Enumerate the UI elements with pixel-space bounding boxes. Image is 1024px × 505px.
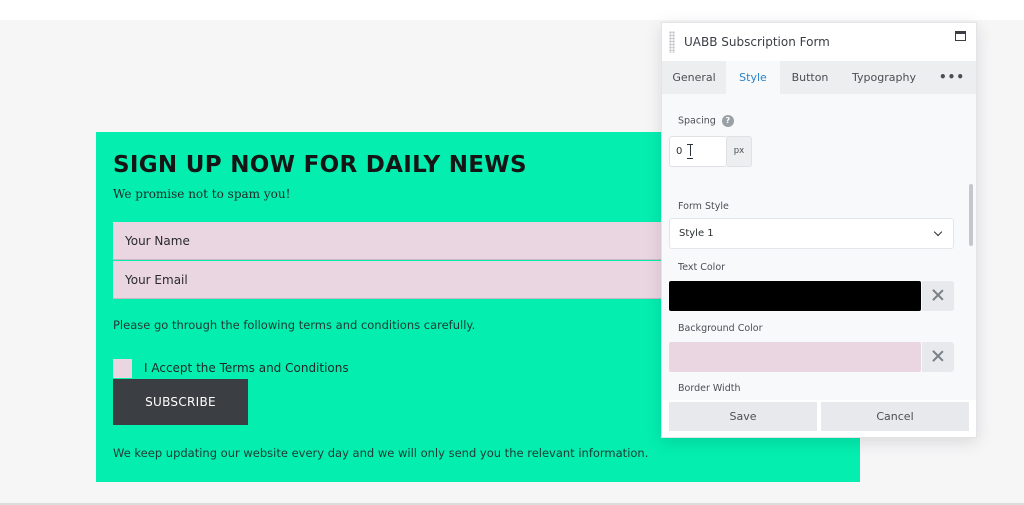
scrollbar[interactable] xyxy=(969,184,973,246)
terms-text: Please go through the following terms an… xyxy=(113,318,476,332)
settings-panel: UABB Subscription Form General Style But… xyxy=(661,22,977,438)
text-color-label: Text Color xyxy=(678,262,726,273)
help-icon[interactable]: ? xyxy=(721,115,734,127)
close-icon xyxy=(932,350,944,362)
spacing-input[interactable]: 0 xyxy=(669,136,727,167)
form-heading: SIGN UP NOW FOR DAILY NEWS xyxy=(113,152,527,178)
name-input[interactable]: Your Name xyxy=(113,222,733,260)
clear-text-color-button[interactable] xyxy=(922,281,954,311)
spacing-unit[interactable]: px xyxy=(727,136,752,167)
close-icon xyxy=(932,289,944,301)
tab-general[interactable]: General xyxy=(662,61,726,94)
subscribe-button[interactable]: SUBSCRIBE xyxy=(113,379,248,425)
form-tagline: We promise not to spam you! xyxy=(113,187,291,201)
accept-terms-label[interactable]: I Accept the Terms and Conditions xyxy=(144,361,349,375)
chevron-down-icon xyxy=(933,227,943,237)
tab-button[interactable]: Button xyxy=(780,61,840,94)
form-style-select[interactable]: Style 1 xyxy=(669,218,954,249)
form-footer-note: We keep updating our website every day a… xyxy=(113,446,649,460)
background-color-label: Background Color xyxy=(678,323,763,334)
maximize-icon[interactable] xyxy=(955,31,966,41)
drag-handle-icon[interactable] xyxy=(669,31,675,53)
text-color-swatch[interactable] xyxy=(669,281,921,311)
more-options-icon[interactable]: ••• xyxy=(930,61,974,94)
spacing-label: Spacing xyxy=(678,115,716,127)
tab-style[interactable]: Style xyxy=(726,61,780,94)
panel-header[interactable]: UABB Subscription Form xyxy=(662,23,976,61)
panel-tabs: General Style Button Typography ••• xyxy=(662,61,976,94)
panel-footer: Save Cancel xyxy=(662,400,976,437)
text-cursor-icon xyxy=(687,144,693,159)
accept-terms-row[interactable]: I Accept the Terms and Conditions xyxy=(113,358,349,378)
tab-typography[interactable]: Typography xyxy=(840,61,928,94)
border-width-label: Border Width xyxy=(678,383,741,394)
panel-title: UABB Subscription Form xyxy=(684,35,830,49)
save-button[interactable]: Save xyxy=(669,402,817,431)
clear-background-color-button[interactable] xyxy=(922,342,954,372)
background-color-swatch[interactable] xyxy=(669,342,921,372)
email-input[interactable]: Your Email xyxy=(113,261,733,299)
panel-body: Spacing? 0 px Form Style Style 1 Text Co… xyxy=(662,94,976,400)
cancel-button[interactable]: Cancel xyxy=(821,402,969,431)
form-style-label: Form Style xyxy=(678,201,729,212)
accept-terms-checkbox[interactable] xyxy=(113,358,132,378)
form-style-value: Style 1 xyxy=(679,228,714,239)
page-top-strip xyxy=(0,0,1024,20)
spacing-field: Spacing? xyxy=(678,115,734,127)
